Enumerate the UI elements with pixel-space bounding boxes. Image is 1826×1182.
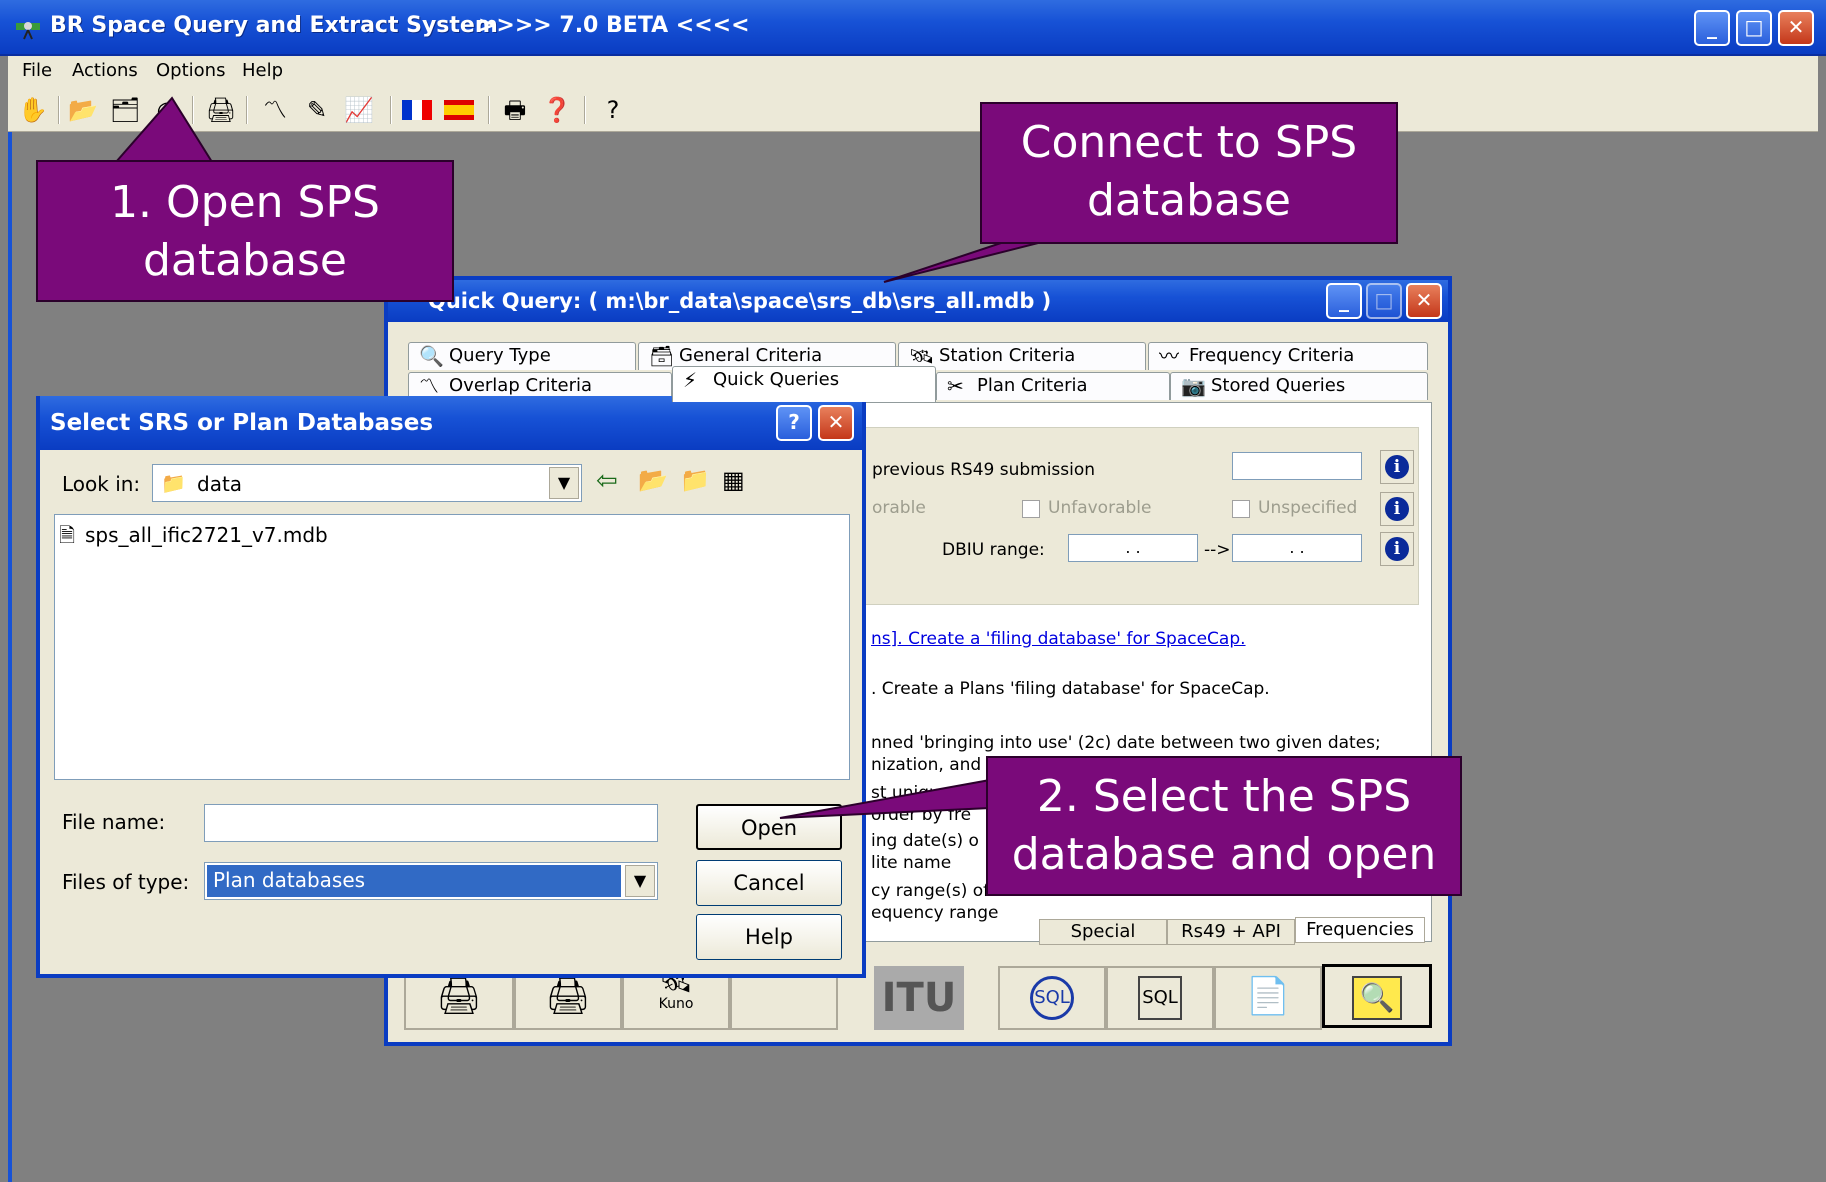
callout-select-sps: 2. Select the SPS database and open [986, 756, 1462, 896]
callout-pointer-open [113, 96, 214, 163]
callout-pointer-connect [883, 239, 1051, 283]
callout-open-sps: 1. Open SPS database [36, 160, 454, 302]
tab-quick-queries[interactable]: ⚡ Quick Queries [672, 366, 936, 402]
lightning-icon: ⚡ [683, 368, 698, 392]
callout-pointer-select [779, 778, 991, 819]
callout-connect-sps: Connect to SPS database [980, 102, 1398, 244]
